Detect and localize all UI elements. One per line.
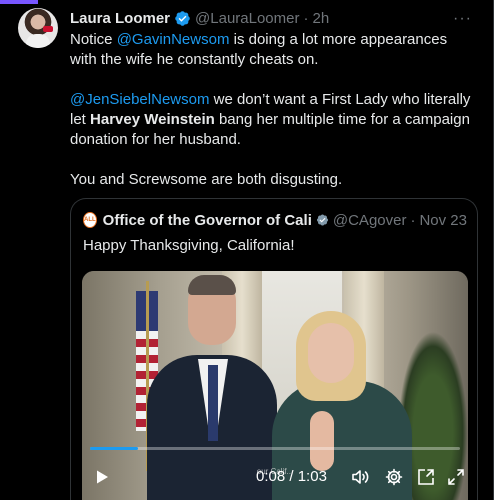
- author-handle[interactable]: @LauraLoomer: [195, 10, 299, 27]
- quote-handle[interactable]: @CAgover: [333, 212, 407, 229]
- post-body: Notice @GavinNewsom is doing a lot more …: [70, 30, 480, 190]
- quote-author-name[interactable]: Office of the Governor of Cali: [103, 212, 312, 229]
- post-line: Notice @GavinNewsom is doing a lot more …: [70, 30, 480, 50]
- fullscreen-icon[interactable]: [446, 467, 466, 487]
- mention-jen[interactable]: @JenSiebelNewsom: [70, 91, 209, 108]
- mention-gavin[interactable]: @GavinNewsom: [117, 31, 230, 48]
- video-controls: 0:08 / 1:03: [82, 457, 468, 497]
- more-options-icon[interactable]: ···: [453, 10, 472, 28]
- duration: 1:03: [297, 468, 327, 485]
- video-progress-track[interactable]: [90, 447, 460, 450]
- quote-date[interactable]: Nov 23: [419, 212, 467, 229]
- quote-header: ALL Office of the Governor of Cali @CAgo…: [83, 211, 467, 229]
- post-line: @JenSiebelNewsom we don’t want a First L…: [70, 90, 480, 110]
- settings-gear-icon[interactable]: [384, 467, 404, 487]
- quote-separator: ·: [410, 211, 416, 229]
- time-separator: /: [285, 468, 298, 485]
- video-player[interactable]: our Calif... 0:08 / 1:03: [82, 271, 468, 500]
- avatar-mic: [43, 26, 53, 32]
- post-line: You and Screwsome are both disgusting.: [70, 171, 343, 188]
- video-time: 0:08 / 1:03: [256, 468, 327, 485]
- quoted-post[interactable]: ALL Office of the Governor of Cali @CAgo…: [70, 198, 478, 500]
- quote-text: Happy Thanksgiving, California!: [83, 237, 295, 254]
- author-name[interactable]: Laura Loomer: [70, 10, 170, 27]
- play-icon[interactable]: [94, 469, 110, 485]
- post-line: let Harvey Weinstein bang her multiple t…: [70, 110, 480, 130]
- current-time: 0:08: [256, 468, 286, 485]
- author-avatar[interactable]: [18, 8, 58, 48]
- text-span: Notice: [70, 31, 117, 48]
- text-span: let: [70, 111, 91, 128]
- avatar-shirt: [26, 34, 50, 48]
- post-time[interactable]: 2h: [312, 10, 329, 27]
- verified-badge-icon: [175, 10, 190, 26]
- quote-avatar[interactable]: ALL: [83, 212, 97, 228]
- header-separator: ·: [303, 9, 309, 27]
- picture-in-picture-icon[interactable]: [416, 467, 436, 487]
- video-person-hair: [188, 275, 236, 295]
- text-span: we don’t want a First Lady who literally: [209, 91, 471, 108]
- text-span: is doing a lot more appearances: [229, 31, 448, 48]
- post-header: Laura Loomer @LauraLoomer · 2h: [70, 8, 474, 28]
- active-tab-indicator: [0, 0, 38, 4]
- video-person2-face: [308, 323, 354, 383]
- text-span: bang her multiple time for a campaign: [214, 111, 470, 128]
- government-badge-icon: [316, 214, 328, 226]
- post-line: donation for her husband.: [70, 131, 241, 148]
- bold-name: Harvey Weinstein: [90, 111, 215, 128]
- post-line: with the wife he constantly cheats on.: [70, 51, 319, 68]
- video-progress-fill: [90, 447, 139, 450]
- volume-icon[interactable]: [350, 467, 370, 487]
- video-person-tie: [208, 365, 218, 441]
